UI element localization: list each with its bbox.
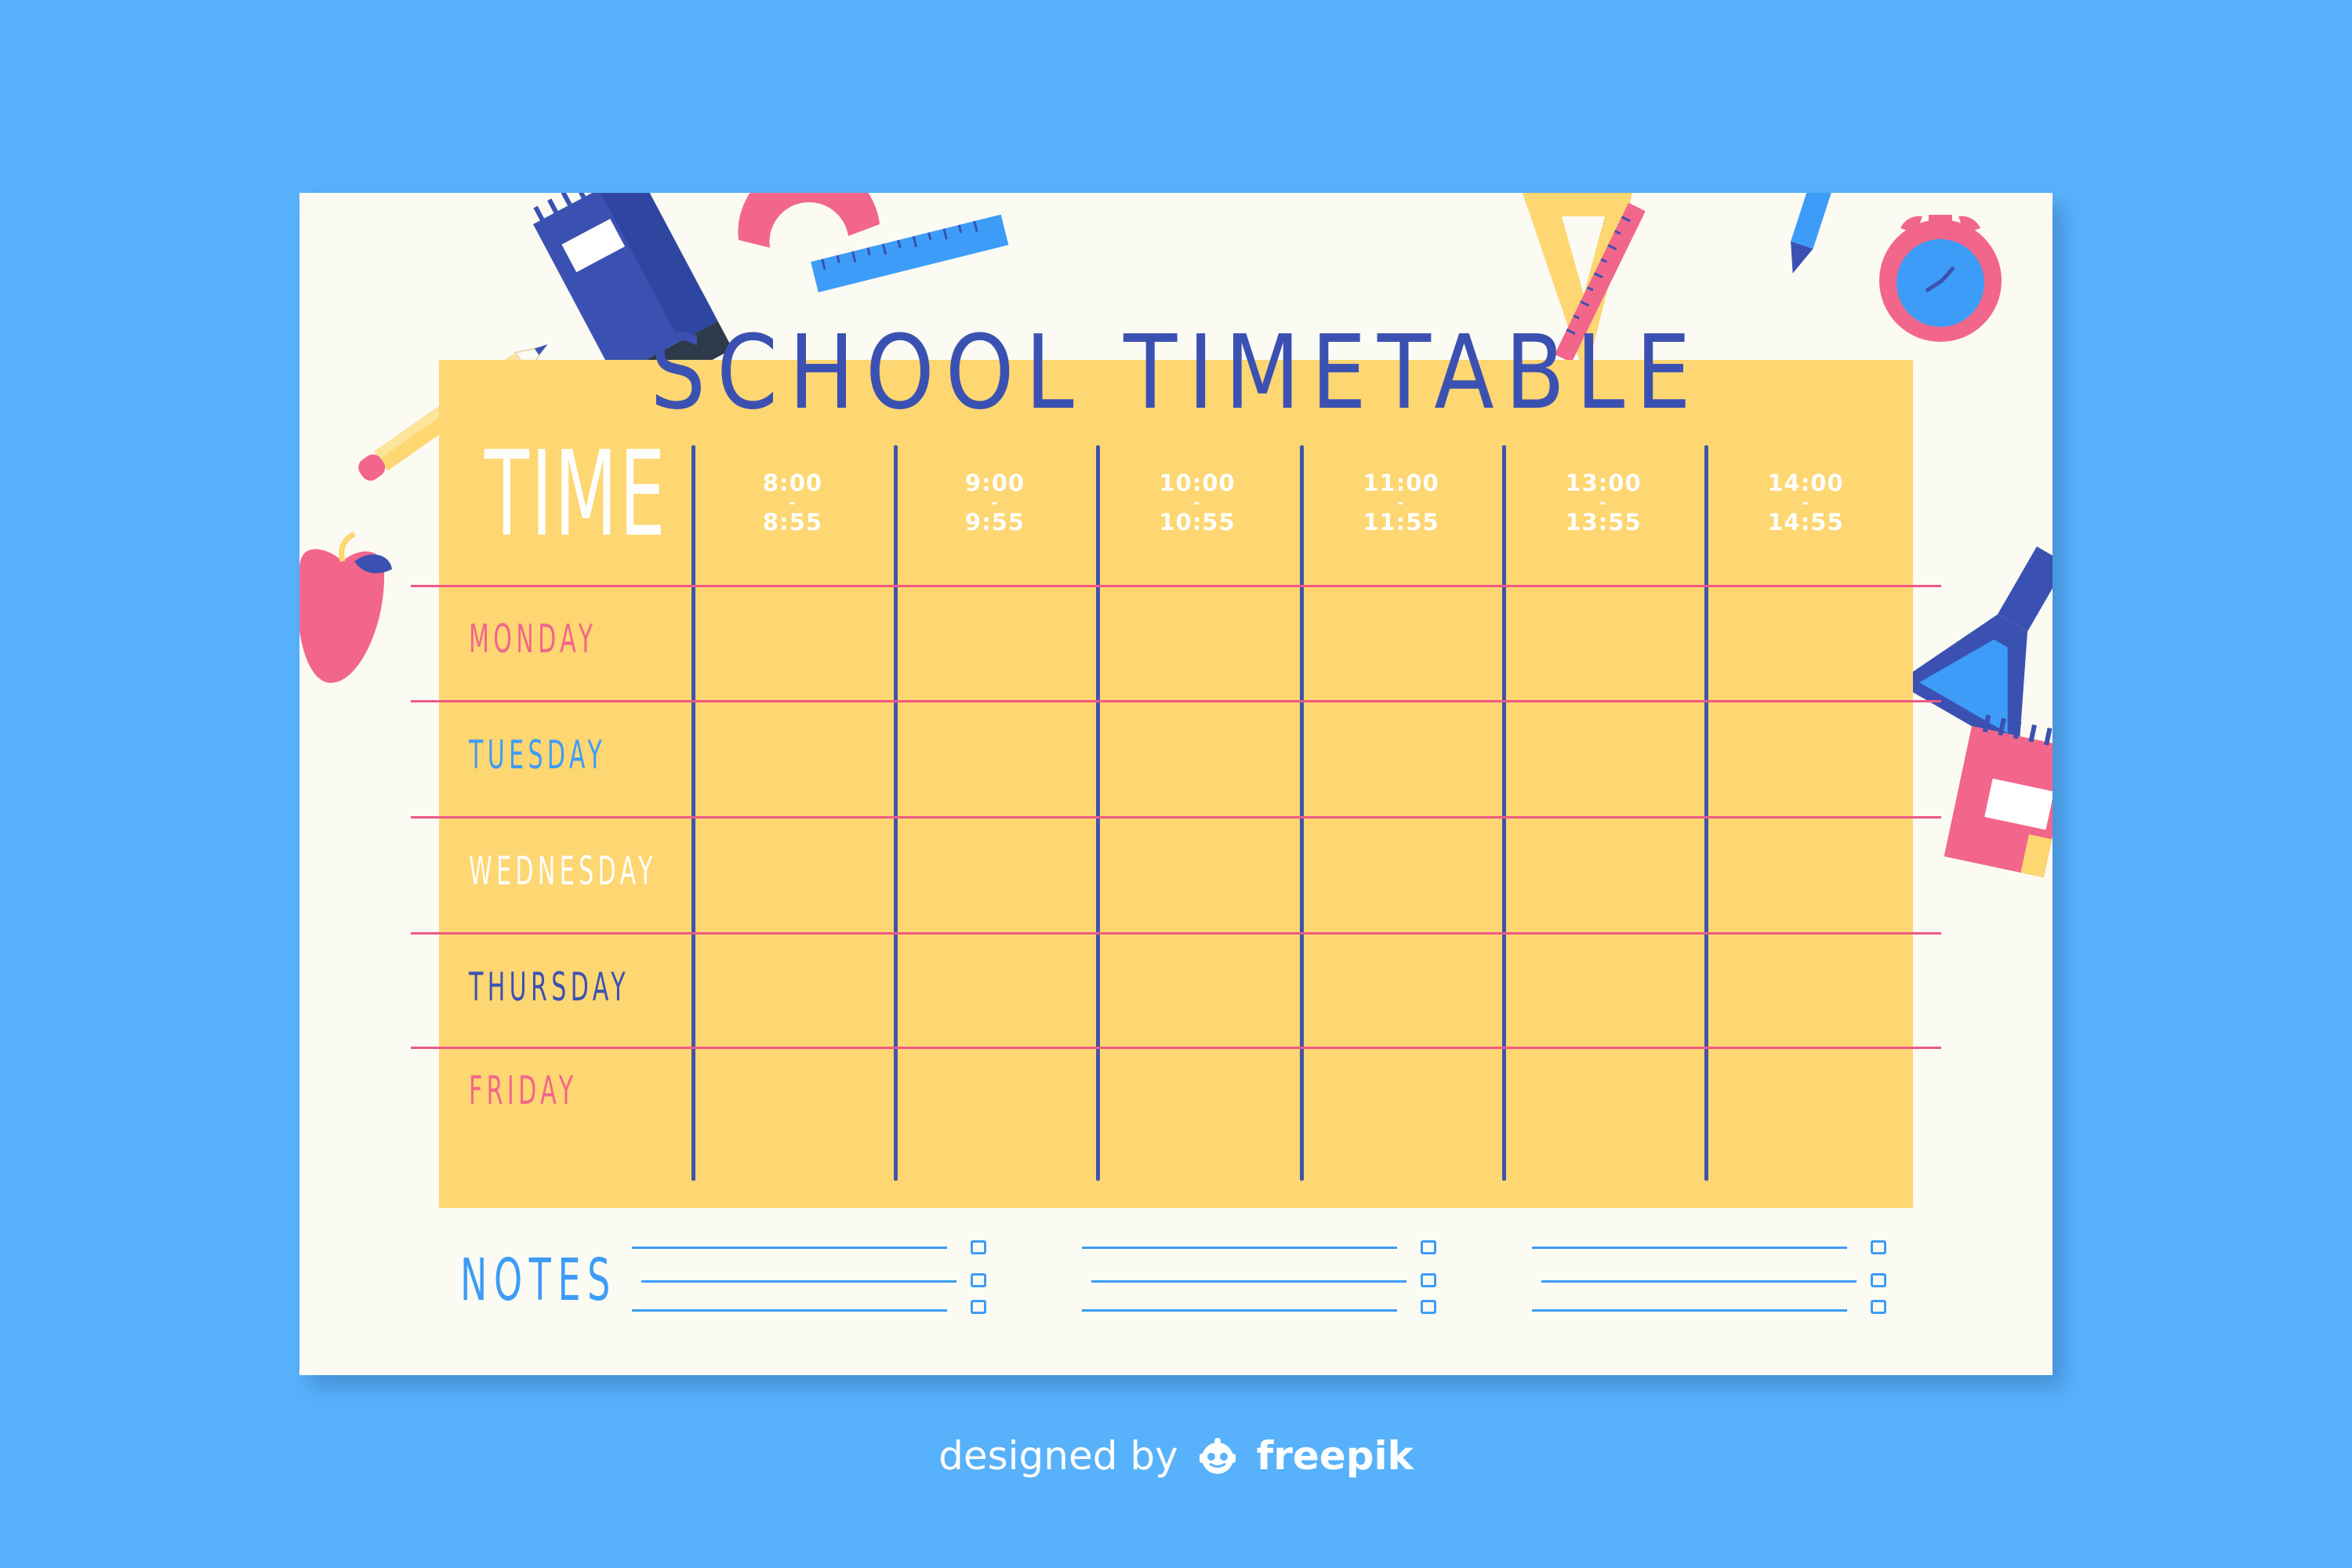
apple-icon [299, 531, 392, 683]
slot-end: 13:55 [1565, 509, 1642, 535]
credit-brand: freepik [1256, 1433, 1414, 1479]
note-checkbox[interactable] [971, 1240, 986, 1254]
calendar-icon [1944, 714, 2053, 878]
day-label-monday: MONDAY [469, 616, 597, 662]
note-line[interactable] [1082, 1247, 1397, 1249]
slot-start: 8:00 [762, 470, 823, 496]
grid-column-divider [1300, 445, 1304, 1181]
note-line[interactable] [1532, 1247, 1847, 1249]
timetable-card: SCHOOL TIMETABLE TIME 8:00 - 8:55 9:00 -… [299, 193, 2053, 1375]
slot-start: 9:00 [964, 470, 1025, 496]
note-line[interactable] [641, 1280, 956, 1283]
slot-start: 10:00 [1159, 470, 1236, 496]
slot-separator: - [1193, 493, 1201, 512]
slot-end: 10:55 [1159, 509, 1236, 535]
day-label-friday: FRIDAY [469, 1068, 578, 1113]
slot-end: 11:55 [1363, 509, 1439, 535]
note-line[interactable] [1091, 1280, 1406, 1283]
grid-column-divider [1502, 445, 1506, 1181]
flask-icon [1896, 546, 2053, 753]
slot-separator: - [1397, 493, 1405, 512]
slot-start: 11:00 [1363, 470, 1439, 496]
grid-column-divider [894, 445, 898, 1181]
grid-row-divider [411, 1047, 1941, 1049]
time-slot-6: 14:00 - 14:55 [1704, 471, 1907, 534]
slot-end: 14:55 [1767, 509, 1844, 535]
grid-row-divider [411, 816, 1941, 818]
grid-column-divider [1704, 445, 1708, 1181]
pen-icon [1791, 193, 1838, 274]
freepik-logo-icon [1199, 1438, 1236, 1474]
attribution: designed by freepik [0, 1433, 2352, 1479]
note-line[interactable] [632, 1309, 947, 1312]
grid-column-divider [1096, 445, 1100, 1181]
slot-end: 8:55 [762, 509, 823, 535]
time-slot-3: 10:00 - 10:55 [1096, 471, 1298, 534]
note-line[interactable] [1541, 1280, 1857, 1283]
grid-row-divider [411, 585, 1941, 587]
note-checkbox[interactable] [1421, 1240, 1436, 1254]
slot-start: 13:00 [1565, 470, 1642, 496]
time-slot-4: 11:00 - 11:55 [1300, 471, 1502, 534]
time-slot-2: 9:00 - 9:55 [894, 471, 1096, 534]
slot-separator: - [991, 493, 999, 512]
grid-row-divider [411, 700, 1941, 702]
notes-label: NOTES [460, 1247, 617, 1314]
note-line[interactable] [632, 1247, 947, 1249]
day-label-thursday: THURSDAY [469, 964, 630, 1010]
grid-column-divider [691, 445, 695, 1181]
slot-separator: - [1802, 493, 1809, 512]
time-slot-5: 13:00 - 13:55 [1502, 471, 1704, 534]
note-checkbox[interactable] [1421, 1300, 1436, 1314]
note-checkbox[interactable] [971, 1300, 986, 1314]
slot-end: 9:55 [964, 509, 1025, 535]
note-checkbox[interactable] [1871, 1240, 1886, 1254]
slot-separator: - [1599, 493, 1607, 512]
slot-start: 14:00 [1767, 470, 1844, 496]
credit-prefix: designed by [938, 1433, 1178, 1479]
protractor-ruler-icon [738, 193, 1009, 292]
slot-separator: - [789, 493, 797, 512]
note-line[interactable] [1082, 1309, 1397, 1312]
time-slot-1: 8:00 - 8:55 [691, 471, 894, 534]
time-column-header: TIME [485, 426, 668, 563]
note-line[interactable] [1532, 1309, 1847, 1312]
note-checkbox[interactable] [1421, 1273, 1436, 1287]
note-checkbox[interactable] [1871, 1300, 1886, 1314]
grid-row-divider [411, 932, 1941, 935]
note-checkbox[interactable] [1871, 1273, 1886, 1287]
day-label-wednesday: WEDNESDAY [469, 848, 657, 894]
note-checkbox[interactable] [971, 1273, 986, 1287]
page-title: SCHOOL TIMETABLE [650, 314, 1702, 433]
day-label-tuesday: TUESDAY [469, 732, 607, 778]
